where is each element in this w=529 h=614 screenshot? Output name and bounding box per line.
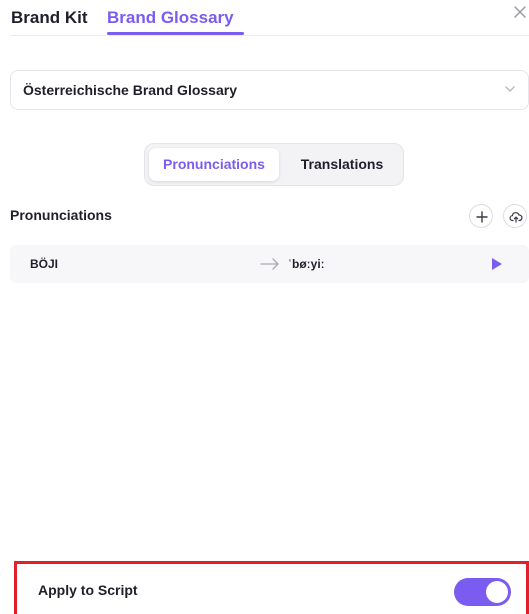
apply-to-script-label: Apply to Script [38, 582, 138, 598]
add-pronunciation-button[interactable] [469, 204, 493, 228]
tab-brand-kit[interactable]: Brand Kit [11, 7, 88, 29]
segment-pronunciations[interactable]: Pronunciations [149, 148, 279, 181]
chevron-down-icon [502, 81, 518, 97]
entry-word: BÖJI [30, 257, 59, 271]
arrow-right-icon [260, 257, 280, 276]
upload-pronunciations-button[interactable] [503, 204, 527, 228]
section-title: Pronunciations [10, 207, 112, 223]
cloud-upload-icon [509, 212, 523, 223]
glossary-select[interactable]: Österreichische Brand Glossary [10, 70, 529, 110]
glossary-select-value: Österreichische Brand Glossary [23, 82, 237, 98]
view-segmented-control: Pronunciations Translations [144, 143, 404, 186]
segment-translations[interactable]: Translations [283, 148, 401, 181]
plus-icon [476, 211, 488, 223]
toggle-knob [486, 581, 508, 603]
brand-glossary-panel: Brand Kit Brand Glossary Österreichische… [0, 0, 529, 614]
active-tab-indicator [107, 32, 244, 35]
tab-brand-glossary[interactable]: Brand Glossary [107, 7, 234, 29]
close-icon[interactable] [511, 4, 529, 22]
header-tabs: Brand Kit Brand Glossary [10, 0, 529, 36]
apply-to-script-toggle[interactable] [454, 578, 511, 606]
pronunciation-row[interactable]: BÖJI ˈbøːyiː [10, 245, 529, 283]
play-icon[interactable] [491, 257, 503, 276]
entry-pronunciation: ˈbøːyiː [288, 257, 325, 271]
